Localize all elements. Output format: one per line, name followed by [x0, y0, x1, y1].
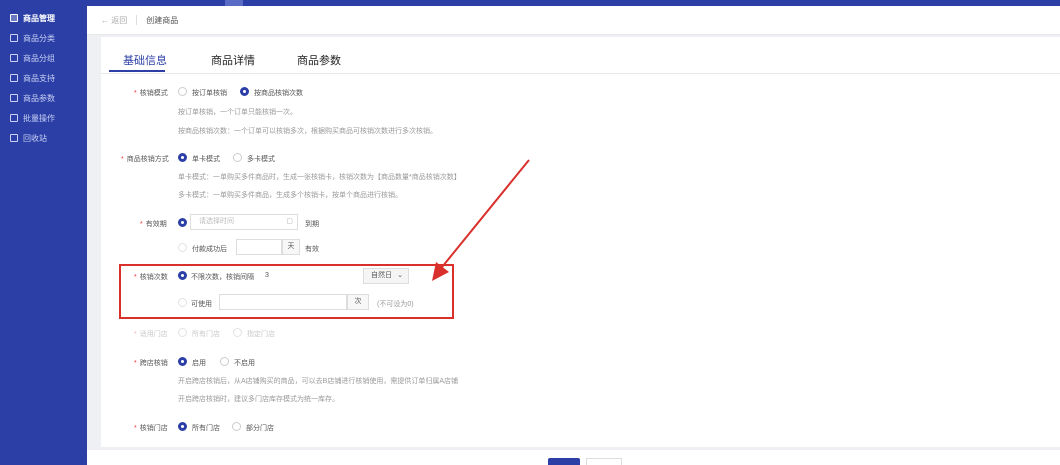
annotation-arrow — [432, 159, 530, 281]
annotation-arrow-head — [432, 262, 449, 281]
annotation-arrow-line — [437, 159, 530, 273]
